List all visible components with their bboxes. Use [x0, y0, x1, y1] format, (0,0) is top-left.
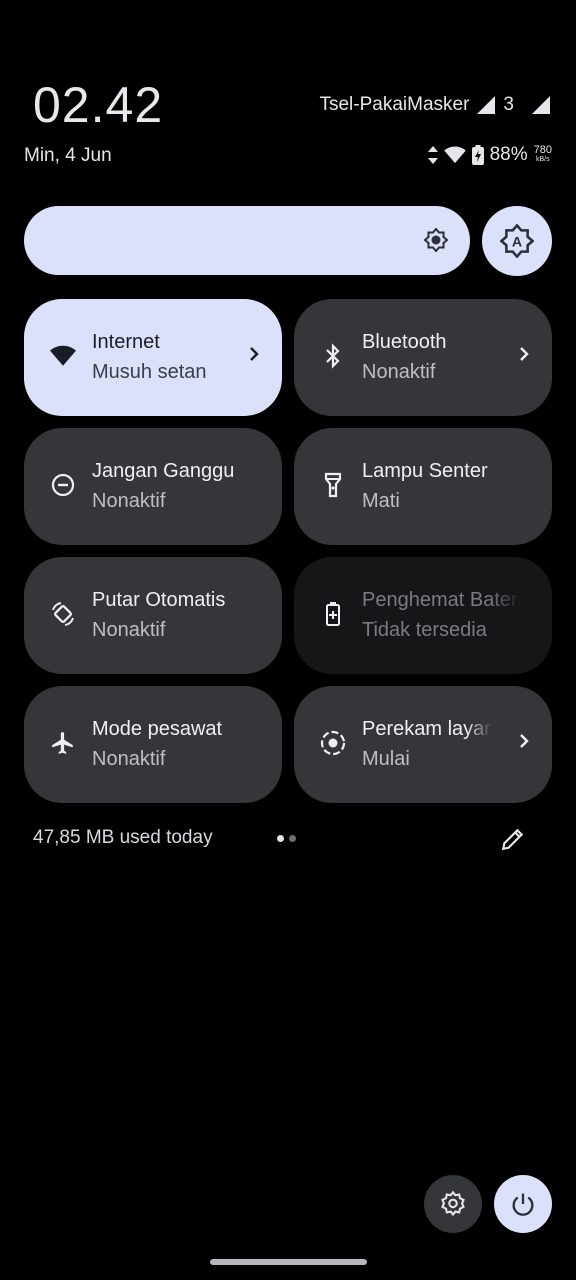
auto-brightness-button[interactable]: A	[482, 206, 552, 276]
tile-battery-saver[interactable]: Penghemat Baterai Tidak tersedia	[294, 557, 552, 674]
carrier-name: Tsel-PakaiMasker	[319, 94, 470, 115]
edit-button[interactable]	[500, 826, 526, 857]
tile-status: Musuh setan	[92, 361, 207, 383]
wifi-icon	[443, 146, 466, 164]
net-speed-unit: kB/s	[536, 156, 550, 163]
signal-icon	[477, 96, 496, 114]
settings-button[interactable]	[424, 1175, 482, 1233]
power-button[interactable]	[494, 1175, 552, 1233]
tile-label: Penghemat Baterai	[362, 589, 522, 611]
tile-auto-rotate[interactable]: Putar Otomatis Nonaktif	[24, 557, 282, 674]
chevron-right-icon	[248, 345, 260, 368]
brightness-icon	[423, 227, 449, 257]
bluetooth-icon	[320, 343, 346, 369]
status-icons: 88% 780 kB/s	[427, 144, 552, 166]
page-dot-active	[277, 835, 284, 842]
tile-screen-record[interactable]: Perekam layar Mulai	[294, 686, 552, 803]
tile-label: Mode pesawat	[92, 718, 223, 740]
chevron-right-icon	[518, 345, 530, 368]
tile-internet[interactable]: Internet Musuh setan	[24, 299, 282, 416]
battery-icon	[471, 145, 484, 165]
net-speed: 780 kB/s	[534, 145, 552, 165]
brightness-slider[interactable]	[24, 206, 470, 275]
tile-label: Internet	[92, 331, 160, 353]
gear-icon	[441, 1190, 465, 1217]
wifi-icon	[50, 343, 76, 369]
tile-status: Mulai	[362, 748, 410, 770]
chevron-right-icon	[518, 732, 530, 755]
tile-status: Nonaktif	[92, 619, 166, 641]
airplane-icon	[50, 730, 76, 756]
tile-do-not-disturb[interactable]: Jangan Ganggu Nonaktif	[24, 428, 282, 545]
flashlight-icon	[320, 472, 346, 498]
battery-percent: 88%	[489, 144, 528, 165]
tile-bluetooth[interactable]: Bluetooth Nonaktif	[294, 299, 552, 416]
date[interactable]: Min, 4 Jun	[24, 145, 112, 167]
tile-status: Nonaktif	[92, 748, 166, 770]
tile-status: Nonaktif	[92, 490, 166, 512]
tile-label: Lampu Senter	[362, 460, 488, 482]
carrier-badge: 3	[503, 94, 514, 115]
tile-label: Putar Otomatis	[92, 589, 226, 611]
page-dot	[289, 835, 296, 842]
carrier-info: Tsel-PakaiMasker 3	[319, 94, 514, 116]
auto-brightness-icon: A	[500, 224, 534, 258]
tile-label: Jangan Ganggu	[92, 460, 235, 482]
pencil-icon	[501, 828, 524, 851]
tile-label: Bluetooth	[362, 331, 447, 353]
page-indicator	[277, 835, 296, 842]
auto-rotate-icon	[50, 601, 76, 627]
signal-icon-secondary	[532, 96, 550, 114]
power-icon	[512, 1193, 534, 1216]
screen-record-icon	[320, 730, 346, 756]
tile-airplane-mode[interactable]: Mode pesawat Nonaktif	[24, 686, 282, 803]
tile-status: Tidak tersedia	[362, 619, 487, 641]
data-usage-text[interactable]: 47,85 MB used today	[33, 827, 213, 849]
net-speed-value: 780	[533, 144, 552, 156]
tile-flashlight[interactable]: Lampu Senter Mati	[294, 428, 552, 545]
navigation-handle[interactable]	[210, 1259, 367, 1265]
tile-status: Nonaktif	[362, 361, 436, 383]
data-arrows-icon	[427, 146, 438, 164]
battery-saver-icon	[320, 601, 346, 627]
do-not-disturb-icon	[50, 472, 76, 498]
tile-status: Mati	[362, 490, 400, 512]
tile-label: Perekam layar	[362, 718, 491, 740]
svg-text:A: A	[512, 235, 522, 251]
clock[interactable]: 02.42	[33, 76, 163, 134]
